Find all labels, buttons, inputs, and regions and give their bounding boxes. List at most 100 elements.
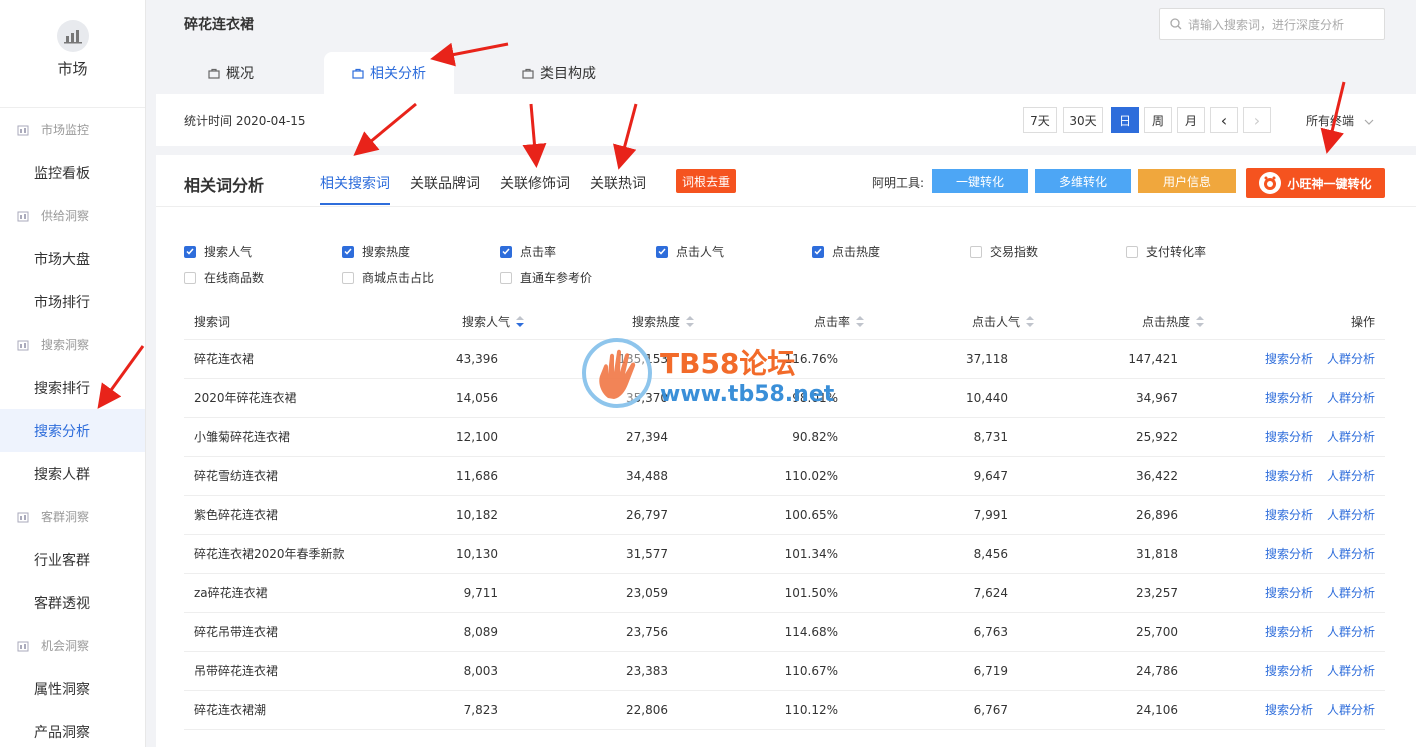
sidebar-group-1[interactable]: 供给洞察 <box>0 194 145 237</box>
sidebar-item-4-1[interactable]: 产品洞察 <box>0 710 145 747</box>
metric-cell: 7,991 <box>874 495 1044 535</box>
sidebar-item-2-2[interactable]: 搜索人群 <box>0 452 145 495</box>
sidebar-item-2-0[interactable]: 搜索排行 <box>0 366 145 409</box>
crowd-analysis-link[interactable]: 人群分析 <box>1327 625 1375 639</box>
column-header[interactable]: 点击率 <box>704 305 874 340</box>
crowd-analysis-link[interactable]: 人群分析 <box>1327 703 1375 717</box>
unchecked-box-icon <box>1126 245 1138 258</box>
search-analysis-link[interactable]: 搜索分析 <box>1265 547 1313 561</box>
sidebar-item-4-0[interactable]: 属性洞察 <box>0 667 145 710</box>
sidebar-item-1-0[interactable]: 市场大盘 <box>0 237 145 280</box>
keyword-cell: 小雏菊碎花连衣裙 <box>184 417 384 457</box>
table-header-row: 搜索词 搜索人气 搜索热度 点击率 点击人气 点击热度 操作 <box>184 305 1385 340</box>
column-header[interactable]: 点击人气 <box>874 305 1044 340</box>
actions-cell: 搜索分析 人群分析 <box>1214 339 1385 379</box>
sidebar-item-3-1[interactable]: 客群透视 <box>0 581 145 624</box>
keyword-cell: 2020年碎花连衣裙 <box>184 378 384 418</box>
sort-icon[interactable] <box>856 315 864 330</box>
actions-cell: 搜索分析 人群分析 <box>1214 456 1385 496</box>
metric-checkbox[interactable]: 点击人气 <box>656 243 724 260</box>
crowd-analysis-link[interactable]: 人群分析 <box>1327 430 1375 444</box>
search-analysis-link[interactable]: 搜索分析 <box>1265 586 1313 600</box>
checkbox-label: 商城点击占比 <box>362 271 435 285</box>
crowd-analysis-link[interactable]: 人群分析 <box>1327 469 1375 483</box>
next-date-button[interactable]: › <box>1243 107 1271 133</box>
sidebar-group-2[interactable]: 搜索洞察 <box>0 323 145 366</box>
sidebar-item-3-0[interactable]: 行业客群 <box>0 538 145 581</box>
sidebar-item-2-1[interactable]: 搜索分析 <box>0 409 145 452</box>
search-analysis-link[interactable]: 搜索分析 <box>1265 508 1313 522</box>
table-row: 吊带碎花连衣裙 8,003 23,383 110.67% 6,719 24,786 搜索分析… <box>184 651 1385 691</box>
search-analysis-link[interactable]: 搜索分析 <box>1265 703 1313 717</box>
sidebar-group-4[interactable]: 机会洞察 <box>0 624 145 667</box>
subtab-related-search-words[interactable]: 相关搜索词 <box>320 173 390 193</box>
crowd-analysis-link[interactable]: 人群分析 <box>1327 352 1375 366</box>
search-icon <box>1170 18 1182 30</box>
date-7d-button[interactable]: 7天 <box>1023 107 1057 133</box>
date-week-button[interactable]: 周 <box>1144 107 1172 133</box>
sort-icon[interactable] <box>686 315 694 330</box>
crowd-analysis-link[interactable]: 人群分析 <box>1327 547 1375 561</box>
metric-checkbox[interactable]: 直通车参考价 <box>500 269 592 286</box>
tool-convert-button[interactable]: 一键转化 <box>932 169 1028 193</box>
group-icon <box>17 124 35 136</box>
crowd-analysis-link[interactable]: 人群分析 <box>1327 664 1375 678</box>
sidebar-group-3[interactable]: 客群洞察 <box>0 495 145 538</box>
subtab-modifier-words[interactable]: 关联修饰词 <box>500 173 570 193</box>
date-month-button[interactable]: 月 <box>1177 107 1205 133</box>
subtab-brand-words[interactable]: 关联品牌词 <box>410 173 480 193</box>
date-day-button[interactable]: 日 <box>1111 107 1139 133</box>
checked-box-icon <box>656 245 668 258</box>
sidebar-item-1-1[interactable]: 市场排行 <box>0 280 145 323</box>
metric-checkbox[interactable]: 支付转化率 <box>1126 243 1206 260</box>
crowd-analysis-link[interactable]: 人群分析 <box>1327 508 1375 522</box>
search-input[interactable]: 请输入搜索词，进行深度分析 <box>1159 8 1385 40</box>
tab-related-analysis[interactable]: 相关分析 <box>324 52 454 94</box>
metric-checkbox[interactable]: 交易指数 <box>970 243 1038 260</box>
sidebar-logo[interactable]: 市场 <box>0 0 145 108</box>
crowd-analysis-link[interactable]: 人群分析 <box>1327 586 1375 600</box>
tool-multi-convert-button[interactable]: 多维转化 <box>1035 169 1131 193</box>
search-analysis-link[interactable]: 搜索分析 <box>1265 352 1313 366</box>
metric-checkbox[interactable]: 搜索人气 <box>184 243 252 260</box>
tool-user-info-button[interactable]: 用户信息 <box>1138 169 1236 193</box>
dedup-button[interactable]: 词根去重 <box>676 169 737 193</box>
table-row: 碎花连衣裙潮 7,823 22,806 110.12% 6,767 24,106 搜索分析人… <box>184 690 1385 730</box>
checked-box-icon <box>812 245 824 258</box>
metric-cell: 10,182 <box>384 495 534 535</box>
sort-icon[interactable] <box>1026 315 1034 330</box>
column-header[interactable]: 搜索人气 <box>384 305 534 340</box>
search-analysis-link[interactable]: 搜索分析 <box>1265 391 1313 405</box>
sidebar-item-0-0[interactable]: 监控看板 <box>0 151 145 194</box>
date-30d-button[interactable]: 30天 <box>1063 107 1103 133</box>
tab-category[interactable]: 类目构成 <box>522 52 596 94</box>
terminal-select[interactable]: 所有终端 <box>1306 112 1374 129</box>
metric-checkbox[interactable]: 商城点击占比 <box>342 269 434 286</box>
sort-icon[interactable] <box>516 315 524 330</box>
metric-cell: 11,686 <box>384 456 534 496</box>
metric-cell: 7,823 <box>384 690 534 730</box>
metric-checkbox[interactable]: 点击热度 <box>812 243 880 260</box>
search-analysis-link[interactable]: 搜索分析 <box>1265 430 1313 444</box>
column-header-label: 搜索人气 <box>461 315 510 330</box>
search-analysis-link[interactable]: 搜索分析 <box>1265 625 1313 639</box>
metric-checkbox[interactable]: 点击率 <box>500 243 556 260</box>
search-analysis-link[interactable]: 搜索分析 <box>1265 469 1313 483</box>
metric-checkbox[interactable]: 在线商品数 <box>184 269 264 286</box>
metric-checkbox[interactable]: 搜索热度 <box>342 243 410 260</box>
sort-icon[interactable] <box>1196 315 1204 330</box>
sidebar-group-0[interactable]: 市场监控 <box>0 108 145 151</box>
actions-cell: 搜索分析 人群分析 <box>1214 651 1385 691</box>
keyword-cell: 碎花连衣裙 <box>184 339 384 379</box>
column-header[interactable]: 点击热度 <box>1044 305 1214 340</box>
keyword-cell: 吊带碎花连衣裙 <box>184 651 384 691</box>
sidebar-group-label: 供给洞察 <box>41 209 90 223</box>
tab-overview[interactable]: 概况 <box>208 52 254 94</box>
bag-icon <box>352 68 364 79</box>
xiaowang-convert-button[interactable]: 小旺神一键转化 <box>1246 168 1385 198</box>
search-analysis-link[interactable]: 搜索分析 <box>1265 664 1313 678</box>
prev-date-button[interactable]: ‹ <box>1210 107 1238 133</box>
column-header[interactable]: 搜索热度 <box>534 305 704 340</box>
subtab-hot-words[interactable]: 关联热词 <box>590 173 646 193</box>
crowd-analysis-link[interactable]: 人群分析 <box>1327 391 1375 405</box>
